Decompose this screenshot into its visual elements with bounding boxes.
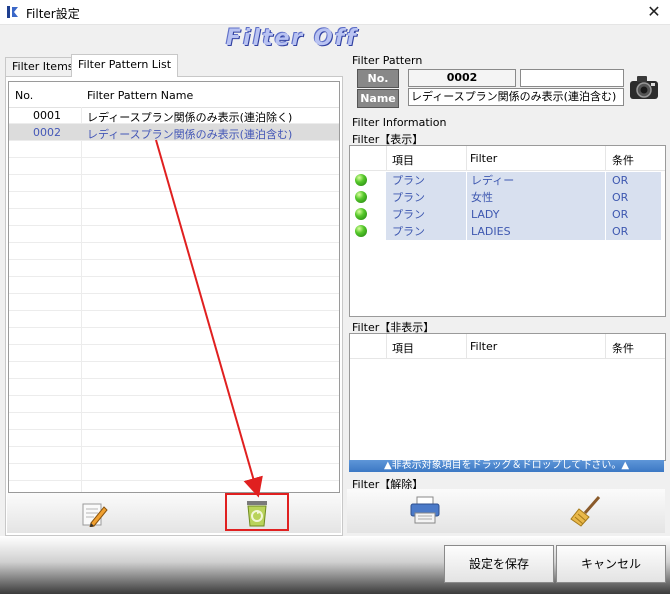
filter-row-filter: LADIES [467,223,605,240]
empty-row [9,464,339,481]
filter-row-item: プラン [386,172,466,189]
row-name: レディースプラン関係のみ表示(連泊含む) [87,128,293,141]
empty-row [9,430,339,447]
filter-row-condition: OR [606,206,661,223]
no-label: No. [357,69,399,88]
filter-row-condition: OR [606,223,661,240]
empty-row [9,379,339,396]
column-divider [386,334,387,358]
empty-row [9,260,339,277]
green-dot-icon [355,225,367,237]
filter-row-filter: LADY [467,206,605,223]
filter-row-condition: OR [606,189,661,206]
filter-row-item: プラン [386,223,466,240]
empty-row [9,141,339,158]
camera-icon[interactable] [628,72,660,102]
empty-row [9,243,339,260]
table-row-selected[interactable]: 0002 レディースプラン関係のみ表示(連泊含む) [9,124,339,141]
table-row[interactable]: 0001 レディースプラン関係のみ表示(連泊除く) [9,107,339,124]
green-dot-icon [355,174,367,186]
empty-row [9,447,339,464]
filter-off-banner: Filter Off [226,26,358,51]
column-header-item: 項目 [392,342,414,355]
column-header-filter: Filter [470,152,498,165]
empty-row [9,345,339,362]
green-dot-icon [355,191,367,203]
filter-row-filter: 女性 [467,189,605,206]
filter-row[interactable]: プラン LADIES OR [350,223,665,240]
edit-icon[interactable] [79,501,109,527]
column-header-condition: 条件 [612,154,634,167]
window-title: Filter設定 [26,7,80,21]
name-label: Name [357,89,399,108]
pattern-list-panel: No. Filter Pattern Name 0001 レディースプラン関係の… [5,76,343,536]
trash-icon[interactable] [243,499,271,527]
empty-row [9,311,339,328]
title-bar: Filter設定 ✕ [0,0,670,25]
empty-row [9,209,339,226]
filter-row[interactable]: プラン レディー OR [350,172,665,189]
release-toolbar [347,489,665,533]
filter-information-label: Filter Information [352,116,447,129]
drag-drop-hint: ▲非表示対象項目をドラッグ＆ドロップして下さい。▲ [349,460,664,472]
grid-header: 項目 Filter 条件 [350,146,665,171]
column-divider [386,146,387,170]
empty-row [9,481,339,492]
empty-row [9,294,339,311]
printer-icon[interactable] [409,495,441,525]
filter-row[interactable]: プラン 女性 OR [350,189,665,206]
tab-filter-pattern-list[interactable]: Filter Pattern List [71,54,179,77]
delete-highlight-box [225,493,289,531]
filter-hidden-grid[interactable]: 項目 Filter 条件 [349,333,666,461]
filter-row-condition: OR [606,172,661,189]
filter-row-item: プラン [386,206,466,223]
empty-row [9,175,339,192]
close-icon[interactable]: ✕ [638,0,670,24]
empty-row [9,413,339,430]
pattern-toolbar [7,493,341,533]
column-header-no[interactable]: No. [15,89,33,102]
column-divider [466,334,467,358]
empty-row [9,277,339,294]
column-divider [605,334,606,358]
list-rows: 0001 レディースプラン関係のみ表示(連泊除く) 0002 レディースプラン関… [9,107,339,492]
empty-row [9,328,339,345]
column-divider [466,146,467,170]
pattern-name-field[interactable]: レディースプラン関係のみ表示(連泊含む) [408,88,624,106]
save-settings-button[interactable]: 設定を保存 [444,545,554,583]
empty-row [9,362,339,379]
row-name: レディースプラン関係のみ表示(連泊除く) [87,111,293,124]
column-divider [605,146,606,170]
row-no: 0002 [33,126,61,139]
empty-row [9,192,339,209]
column-header-condition: 条件 [612,342,634,355]
filter-display-grid[interactable]: 項目 Filter 条件 プラン レディー OR プラン 女性 OR プラン L… [349,145,666,317]
pattern-no-field: 0002 [408,69,516,87]
tab-filter-items[interactable]: Filter Items [5,57,81,76]
app-icon [7,6,18,18]
broom-icon[interactable] [569,495,603,527]
green-dot-icon [355,208,367,220]
filter-row-filter: レディー [467,172,605,189]
grid-header: 項目 Filter 条件 [350,334,665,359]
list-header: No. Filter Pattern Name [9,82,339,108]
column-header-filter: Filter [470,340,498,353]
row-no: 0001 [33,109,61,122]
cancel-button[interactable]: キャンセル [556,545,666,583]
filter-pattern-label: Filter Pattern [352,54,423,67]
pattern-extra-field[interactable] [520,69,624,87]
empty-row [9,226,339,243]
pattern-list[interactable]: No. Filter Pattern Name 0001 レディースプラン関係の… [8,81,340,493]
filter-row-item: プラン [386,189,466,206]
column-header-name[interactable]: Filter Pattern Name [87,89,193,102]
empty-row [9,396,339,413]
column-header-item: 項目 [392,154,414,167]
empty-row [9,158,339,175]
filter-row[interactable]: プラン LADY OR [350,206,665,223]
